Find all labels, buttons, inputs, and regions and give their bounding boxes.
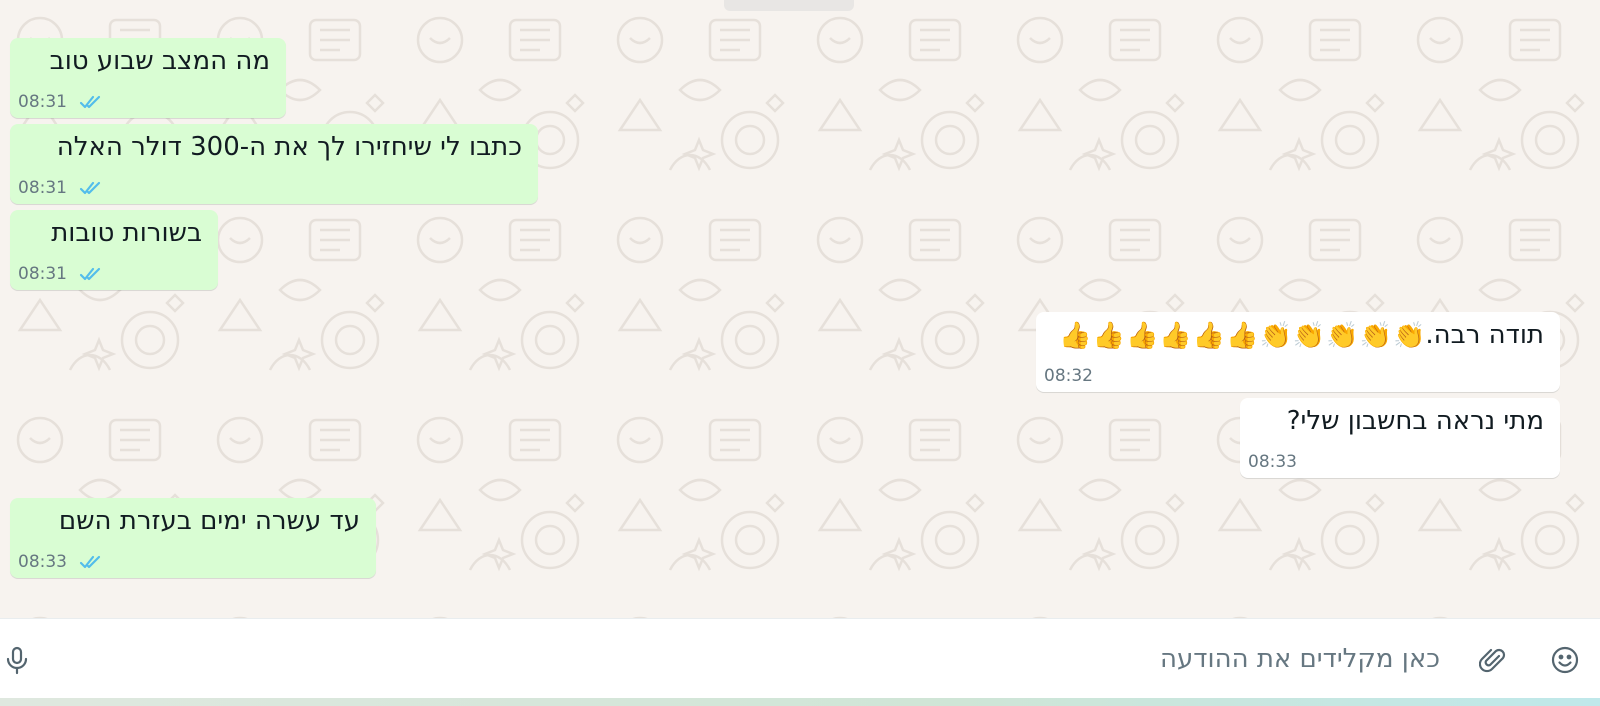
message-text: עד עשרה ימים בעזרת השם — [58, 506, 360, 536]
read-ticks-icon — [79, 555, 101, 569]
chat-area: מה המצב שבוע טוב 08:31 כתבו לי שיחזירו ל… — [0, 0, 1600, 618]
message-time: 08:32 — [1044, 366, 1093, 386]
thumbs-up-emoji: 👍 — [1226, 320, 1259, 351]
message-meta: 08:32 — [1044, 366, 1093, 386]
clapping-hands-emoji: 👏 — [1292, 320, 1326, 351]
message-bubble-incoming[interactable]: מתי נראה בחשבון שלי? 08:33 — [1240, 398, 1560, 478]
message-text-content: תודה רבה. — [1425, 320, 1544, 350]
message-time: 08:31 — [18, 264, 67, 284]
message-text: מה המצב שבוע טוב — [49, 46, 270, 76]
message-meta: 08:31 — [18, 264, 103, 284]
clapping-hands-emoji: 👏 — [1326, 320, 1359, 351]
message-meta: 08:31 — [18, 92, 103, 112]
message-text: בשורות טובות — [51, 218, 202, 248]
message-bubble-incoming[interactable]: תודה רבה. 👍 👍 👍 👍 👍 👍 👏 👏 👏 👏 👏 08:32 — [1036, 312, 1560, 392]
message-time: 08:33 — [1248, 452, 1297, 472]
message-time: 08:33 — [18, 552, 67, 572]
thumbs-up-emoji: 👍 — [1092, 320, 1126, 351]
thumbs-up-emoji: 👍 — [1126, 320, 1159, 351]
message-meta: 08:33 — [1248, 452, 1297, 472]
thumbs-up-emoji: 👍 — [1159, 320, 1192, 351]
message-bubble-outgoing[interactable]: מה המצב שבוע טוב 08:31 — [10, 38, 286, 118]
message-text: מתי נראה בחשבון שלי? — [1286, 406, 1544, 436]
message-input[interactable] — [60, 633, 1440, 685]
message-composer — [0, 618, 1600, 698]
message-text: תודה רבה. 👍 👍 👍 👍 👍 👍 👏 👏 👏 👏 👏 — [1059, 320, 1544, 350]
read-ticks-icon — [79, 267, 101, 281]
clapping-hands-emoji: 👏 — [1259, 320, 1292, 351]
smiley-icon[interactable] — [1548, 643, 1582, 677]
message-bubble-outgoing[interactable]: כתבו לי שיחזירו לך את ה-300 דולר האלה 08… — [10, 124, 538, 204]
message-text: כתבו לי שיחזירו לך את ה-300 דולר האלה — [56, 132, 522, 162]
date-chip — [724, 0, 854, 11]
message-time: 08:31 — [18, 92, 67, 112]
clapping-hands-emoji: 👏 — [1359, 320, 1393, 351]
message-meta: 08:33 — [18, 552, 103, 572]
message-meta: 08:31 — [18, 178, 103, 198]
message-bubble-outgoing[interactable]: עד עשרה ימים בעזרת השם 08:33 — [10, 498, 376, 578]
message-bubble-outgoing[interactable]: בשורות טובות 08:31 — [10, 210, 218, 290]
paperclip-icon[interactable] — [1476, 643, 1510, 677]
read-ticks-icon — [79, 95, 101, 109]
message-time: 08:31 — [18, 178, 67, 198]
bottom-strip — [0, 698, 1600, 706]
microphone-icon[interactable] — [0, 643, 34, 677]
clapping-hands-emoji: 👏 — [1393, 320, 1426, 351]
read-ticks-icon — [79, 181, 101, 195]
thumbs-up-emoji: 👍 — [1192, 320, 1226, 351]
thumbs-up-emoji: 👍 — [1059, 320, 1092, 351]
emoji-row: 👍 👍 👍 👍 👍 👍 👏 👏 👏 👏 👏 — [1059, 323, 1425, 349]
